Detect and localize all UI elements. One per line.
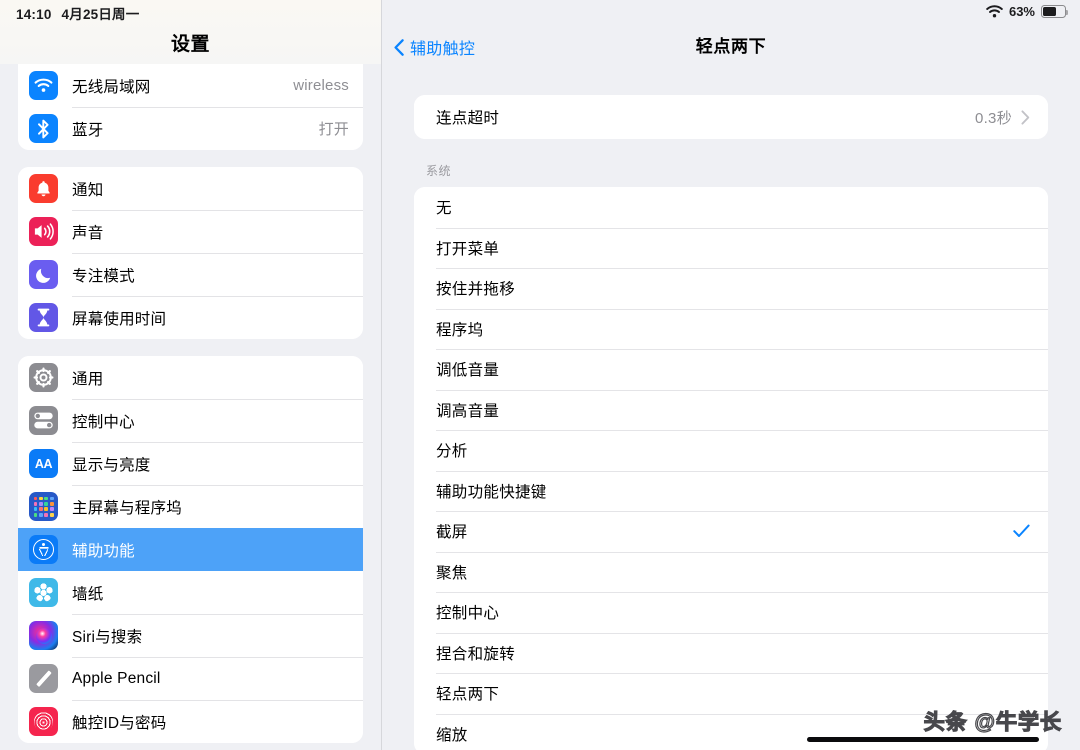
sidebar-item-辅助功能[interactable]: 辅助功能 (18, 528, 363, 571)
option-row-调高音量[interactable]: 调高音量 (414, 389, 1048, 430)
sidebar-item-蓝牙[interactable]: 蓝牙 打开 (18, 107, 363, 150)
chevron-left-icon (394, 38, 404, 56)
sidebar-item-墙纸[interactable]: 墙纸 (18, 571, 363, 614)
option-label: 辅助功能快捷键 (436, 483, 547, 501)
sidebar-item-label: 无线局域网 (72, 78, 151, 96)
option-label: 按住并拖移 (436, 281, 516, 299)
sidebar-item-label: 主屏幕与程序坞 (72, 499, 182, 517)
detail-title: 轻点两下 (695, 37, 767, 56)
option-row-轻点两下[interactable]: 轻点两下 (414, 673, 1048, 714)
fingerprint-icon (29, 707, 58, 736)
sidebar-group-0: 无线局域网 wireless 蓝牙 打开 (18, 64, 363, 150)
sidebar-item-label: 通用 (72, 370, 104, 388)
option-row-分析[interactable]: 分析 (414, 430, 1048, 471)
option-label: 调高音量 (436, 402, 500, 420)
option-row-控制中心[interactable]: 控制中心 (414, 592, 1048, 633)
sidebar-item-label: 屏幕使用时间 (72, 310, 167, 328)
option-row-无[interactable]: 无 (414, 187, 1048, 228)
row-value: 0.3秒 (974, 109, 1012, 127)
option-label: 轻点两下 (436, 686, 500, 704)
section-header-system: 系统 (426, 164, 452, 178)
sidebar-item-label: 专注模式 (72, 267, 135, 285)
sidebar-item-label: 显示与亮度 (72, 456, 151, 474)
sidebar-item-触控ID与密码[interactable]: 触控ID与密码 (18, 700, 363, 743)
sidebar-item-label: 蓝牙 (72, 121, 104, 139)
option-row-辅助功能快捷键[interactable]: 辅助功能快捷键 (414, 470, 1048, 511)
option-row-捏合和旋转[interactable]: 捏合和旋转 (414, 632, 1048, 673)
checkmark-icon (1013, 524, 1030, 538)
sidebar-item-通知[interactable]: 通知 (18, 167, 363, 210)
sidebar-item-Siri与搜索[interactable]: Siri与搜索 (18, 614, 363, 657)
sidebar-item-屏幕使用时间[interactable]: 屏幕使用时间 (18, 296, 363, 339)
sidebar-item-label: 声音 (72, 224, 104, 242)
option-label: 无 (436, 200, 452, 218)
home-indicator (807, 737, 1039, 742)
detail-header: 辅助触控 轻点两下 (382, 0, 1080, 68)
option-row-打开菜单[interactable]: 打开菜单 (414, 227, 1048, 268)
sidebar-item-显示与亮度[interactable]: AA 显示与亮度 (18, 442, 363, 485)
sidebar-item-主屏幕与程序坞[interactable]: 主屏幕与程序坞 (18, 485, 363, 528)
option-label: 截屏 (436, 524, 468, 542)
hourglass-icon (29, 303, 58, 332)
wifi-icon (29, 71, 58, 100)
sidebar-item-label: 通知 (72, 181, 104, 199)
sidebar-scroll-area[interactable]: 无线局域网 wireless 蓝牙 打开通知声音专注模式屏幕使用时间 通用控制中心 AA 显… (0, 64, 381, 750)
option-label: 打开菜单 (436, 240, 500, 258)
option-row-调低音量[interactable]: 调低音量 (414, 349, 1048, 390)
toggles-icon (29, 406, 58, 435)
options-card: 无打开菜单按住并拖移程序坞调低音量调高音量分析辅助功能快捷键 截屏聚焦控制中心捏合… (414, 187, 1048, 750)
timeout-card: 连点超时 0.3秒 (414, 95, 1048, 139)
row-label: 连点超时 (436, 110, 500, 127)
sidebar-group-2: 通用控制中心 AA 显示与亮度主屏幕与程序坞 辅助功能墙纸 Siri与搜索 Apple P… (18, 356, 363, 743)
option-label: 分析 (436, 443, 468, 461)
option-row-聚焦[interactable]: 聚焦 (414, 551, 1048, 592)
page-title: 设置 (170, 34, 210, 55)
sidebar-item-label: Apple Pencil (72, 669, 161, 687)
text-size-icon: AA (29, 449, 58, 478)
sidebar-item-value: 打开 (318, 121, 349, 138)
option-row-缩放[interactable]: 缩放 (414, 713, 1048, 750)
sidebar-item-label: 辅助功能 (72, 542, 135, 560)
sidebar-group-1: 通知声音专注模式屏幕使用时间 (18, 167, 363, 339)
option-label: 聚焦 (436, 564, 468, 582)
row-dwell-timeout[interactable]: 连点超时 0.3秒 (414, 95, 1048, 139)
accessibility-icon (29, 535, 58, 564)
detail-scroll-area[interactable]: 连点超时 0.3秒 系统 无打开菜单按住并拖移程序坞调低音量调高音量分析辅助功能… (382, 68, 1080, 750)
gear-icon (29, 363, 58, 392)
sidebar-item-label: 控制中心 (72, 413, 135, 431)
sidebar-item-value: wireless (293, 77, 349, 94)
ipad-settings-screen: 设置 无线局域网 wireless 蓝牙 打开通知声音专注模式屏幕使用时间 通用控制中心… (0, 0, 1080, 750)
sidebar-item-无线局域网[interactable]: 无线局域网 wireless (18, 64, 363, 107)
detail-panel: 辅助触控 轻点两下 连点超时 0.3秒 系统 无打开菜单 按住并拖移 程序坞 调… (382, 0, 1080, 750)
flower-icon (29, 578, 58, 607)
bluetooth-icon (29, 114, 58, 143)
option-row-按住并拖移[interactable]: 按住并拖移 (414, 268, 1048, 309)
chevron-right-icon (1021, 109, 1030, 125)
sidebar-item-专注模式[interactable]: 专注模式 (18, 253, 363, 296)
back-button-label: 辅助触控 (410, 41, 476, 58)
option-label: 缩放 (436, 726, 468, 744)
pencil-icon (29, 664, 58, 693)
sidebar-header: 设置 (0, 0, 381, 64)
sidebar-item-声音[interactable]: 声音 (18, 210, 363, 253)
sidebar-item-label: 触控ID与密码 (72, 714, 167, 732)
app-grid-icon (29, 492, 58, 521)
option-label: 控制中心 (436, 605, 500, 623)
moon-icon (29, 260, 58, 289)
option-label: 程序坞 (436, 321, 484, 339)
option-label: 捏合和旋转 (436, 645, 516, 663)
sidebar-item-Apple Pencil[interactable]: Apple Pencil (18, 657, 363, 700)
bell-icon (29, 174, 58, 203)
settings-sidebar: 设置 无线局域网 wireless 蓝牙 打开通知声音专注模式屏幕使用时间 通用控制中心… (0, 0, 382, 750)
option-row-程序坞[interactable]: 程序坞 (414, 308, 1048, 349)
option-label: 调低音量 (436, 362, 500, 380)
sidebar-item-label: Siri与搜索 (72, 628, 143, 646)
option-row-截屏[interactable]: 截屏 (414, 511, 1048, 552)
sidebar-item-label: 墙纸 (72, 585, 104, 603)
siri-orb-icon (29, 621, 58, 650)
back-button[interactable]: 辅助触控 (394, 35, 475, 59)
speaker-icon (29, 217, 58, 246)
sidebar-item-通用[interactable]: 通用 (18, 356, 363, 399)
sidebar-item-控制中心[interactable]: 控制中心 (18, 399, 363, 442)
